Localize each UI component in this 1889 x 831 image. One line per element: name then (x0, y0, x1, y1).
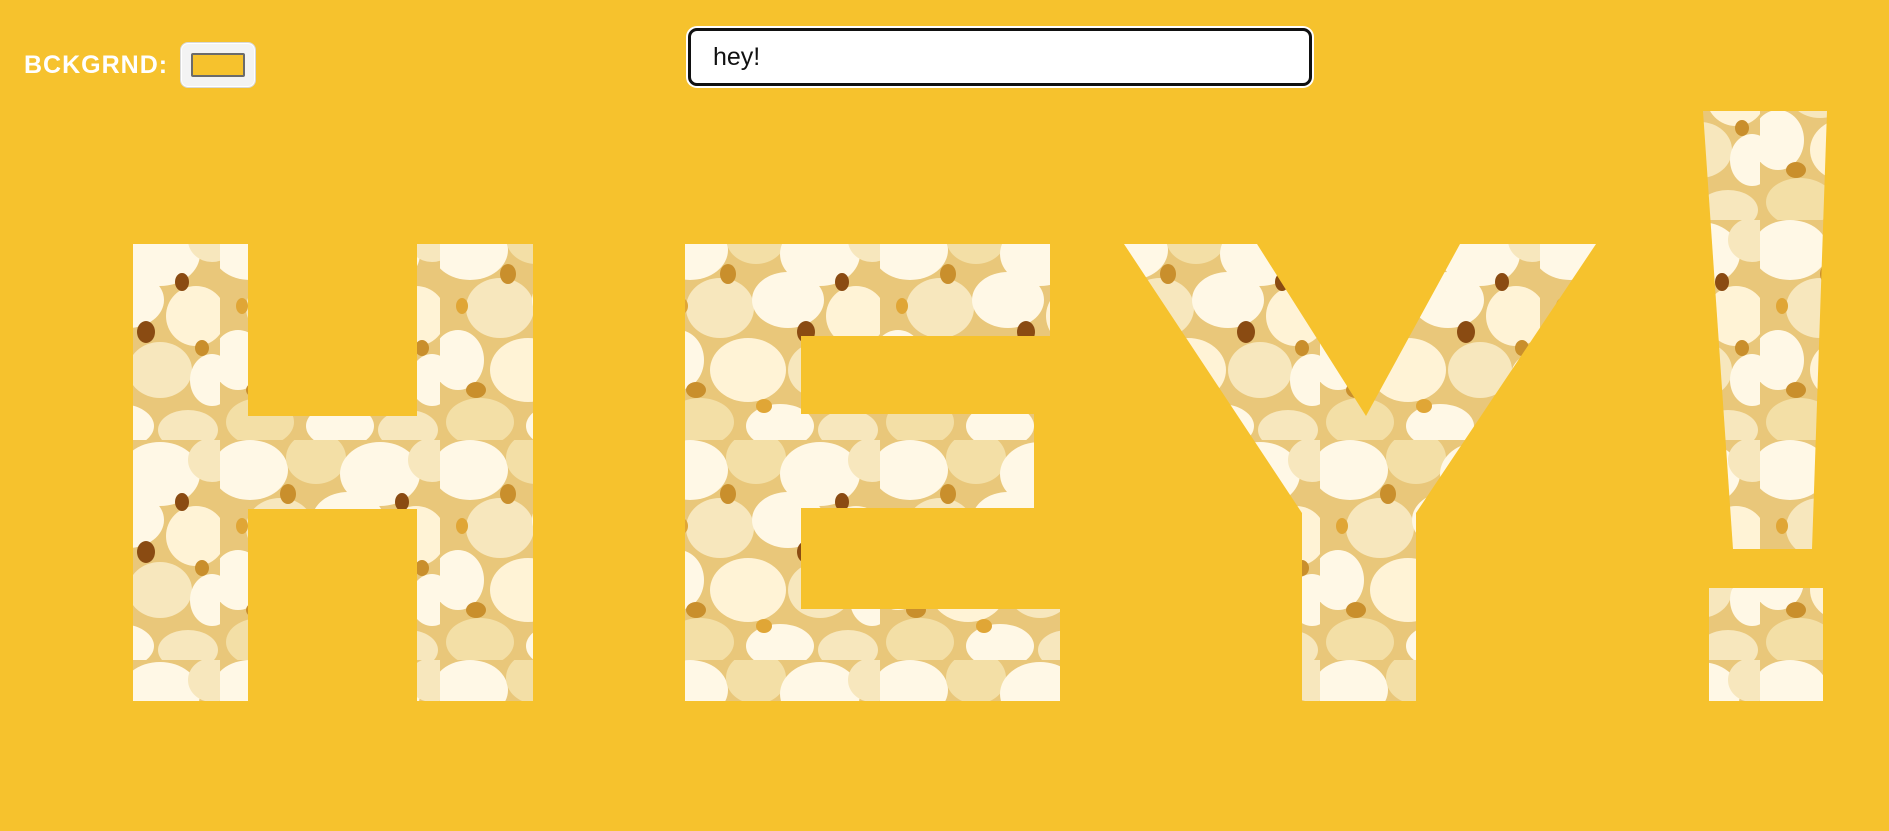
letter-h (133, 244, 533, 701)
app-canvas: BCKGRND: (0, 0, 1889, 831)
letter-display (133, 111, 1827, 701)
letter-exclamation-dot (1709, 588, 1823, 701)
letter-e (685, 244, 1060, 701)
letter-y (1124, 244, 1596, 701)
letter-exclamation-bar (1703, 111, 1827, 549)
